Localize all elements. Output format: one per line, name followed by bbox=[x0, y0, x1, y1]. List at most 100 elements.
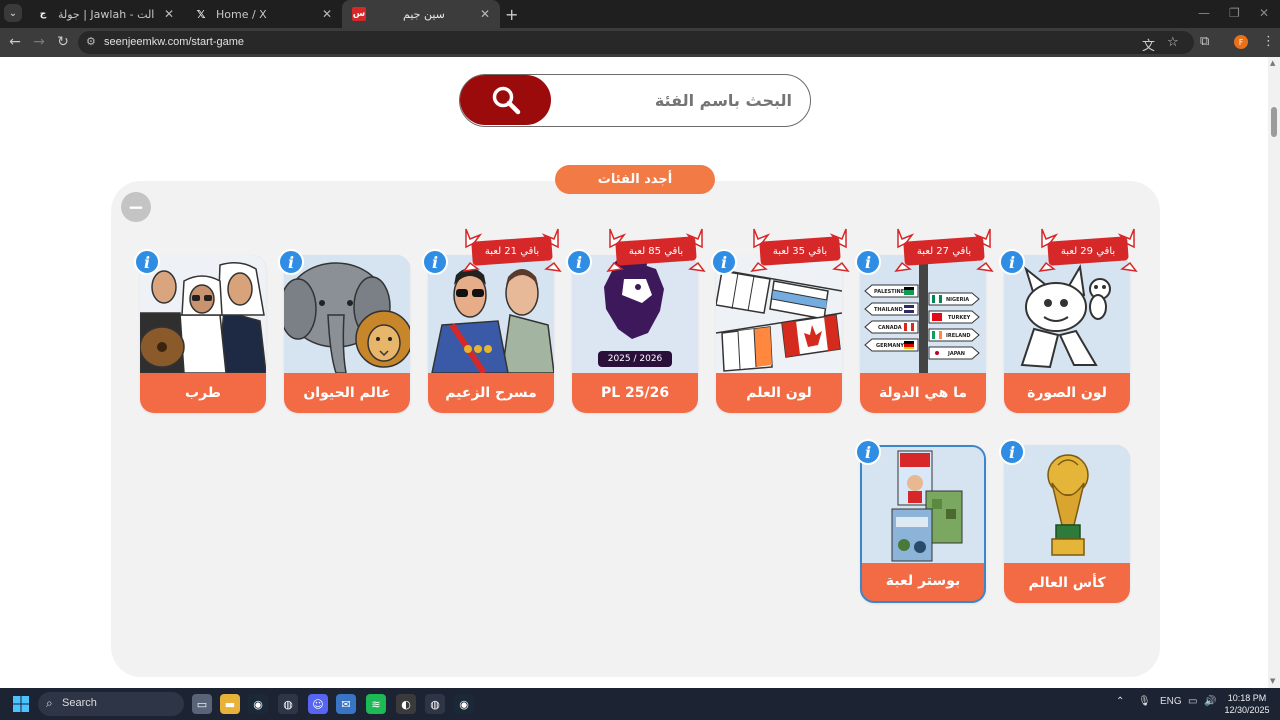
musicians-image bbox=[140, 255, 266, 373]
info-button[interactable]: i bbox=[855, 439, 881, 465]
seenjeem-favicon-icon: س bbox=[352, 7, 366, 21]
page-viewport: أجدد الفئات − لون الصورة bbox=[0, 57, 1268, 688]
category-label: لون الصورة bbox=[1027, 385, 1107, 401]
tab-jawlah[interactable]: ج جولة | Jawlah - منصة الألعاب الت ✕ bbox=[26, 0, 184, 28]
game-posters-image bbox=[862, 447, 984, 563]
remaining-games-badge: باقي 35 لعبة bbox=[746, 227, 854, 275]
remaining-games-badge: باقي 21 لعبة bbox=[458, 227, 566, 275]
windows-taskbar: ⌕ Search ▭ ▬ ◉ ◍ ☺ ✉ ≋ ◐ ◍ ◉ ⌃ 🎙 ENG ▭ 🔊… bbox=[0, 688, 1280, 720]
steam-secondary-icon[interactable]: ◉ bbox=[454, 694, 474, 714]
category-label: مسرح الزعيم bbox=[445, 385, 537, 401]
browser-menu-icon[interactable]: ⋮ bbox=[1262, 34, 1275, 49]
forward-arrow-icon[interactable]: → bbox=[30, 34, 48, 50]
category-search-input[interactable] bbox=[560, 85, 792, 115]
badge-text: باقي 35 لعبة bbox=[772, 245, 828, 257]
category-card-which-country[interactable]: PALESTINE THAILAND CANADA GERMANY NIGERI… bbox=[860, 255, 986, 413]
collapse-button[interactable]: − bbox=[121, 192, 151, 222]
maximize-icon[interactable]: ❐ bbox=[1229, 6, 1240, 20]
tab-search-button[interactable]: ⌄ bbox=[4, 4, 22, 22]
volume-icon[interactable]: 🔊 bbox=[1204, 696, 1216, 707]
browser-toolbar: ← → ↻ ⚙ seenjeemkw.com/start-game 文 ☆ ⧉ … bbox=[0, 28, 1280, 57]
network-icon[interactable]: ▭ bbox=[1188, 696, 1197, 707]
info-button[interactable]: i bbox=[134, 249, 160, 275]
sign-ireland: IRELAND bbox=[946, 333, 971, 339]
remaining-games-badge: باقي 85 لعبة bbox=[602, 227, 710, 275]
info-button[interactable]: i bbox=[999, 439, 1025, 465]
remaining-games-badge: باقي 29 لعبة bbox=[1034, 227, 1142, 275]
info-button[interactable]: i bbox=[422, 249, 448, 275]
file-explorer-icon[interactable]: ▬ bbox=[220, 694, 240, 714]
tab-x[interactable]: 𝕏 Home / X ✕ bbox=[184, 0, 342, 28]
steam-icon[interactable]: ◉ bbox=[248, 694, 268, 714]
close-tab-icon[interactable]: ✕ bbox=[164, 7, 174, 21]
task-view-icon[interactable]: ▭ bbox=[192, 694, 212, 714]
discord-icon[interactable]: ☺ bbox=[308, 694, 328, 714]
category-card-tarab[interactable]: طرب bbox=[140, 255, 266, 413]
sign-turkey: TURKEY bbox=[948, 315, 971, 321]
close-tab-icon[interactable]: ✕ bbox=[480, 7, 490, 21]
category-card-world-cup[interactable]: كأس العالم bbox=[1004, 445, 1130, 603]
profile-avatar[interactable]: F bbox=[1234, 35, 1248, 49]
section-title: أجدد الفئات bbox=[555, 165, 715, 194]
clock-date: 12/30/2025 bbox=[1224, 705, 1270, 715]
scroll-down-icon[interactable]: ▼ bbox=[1270, 677, 1275, 685]
category-card-color-picture[interactable]: لون الصورة bbox=[1004, 255, 1130, 413]
info-button[interactable]: i bbox=[855, 249, 881, 275]
info-button[interactable]: i bbox=[566, 249, 592, 275]
tab-title: سين جيم bbox=[403, 7, 445, 21]
close-window-icon[interactable]: ✕ bbox=[1259, 6, 1269, 20]
search-button[interactable] bbox=[460, 75, 551, 125]
info-button[interactable]: i bbox=[999, 249, 1025, 275]
tray-overflow-icon[interactable]: ⌃ bbox=[1116, 696, 1124, 707]
category-label: لون العلم bbox=[746, 385, 812, 401]
category-label: عالم الحيوان bbox=[303, 385, 391, 401]
category-card-game-poster[interactable]: بوستر لعبة bbox=[860, 445, 986, 603]
back-arrow-icon[interactable]: ← bbox=[6, 34, 24, 50]
windows-start-icon[interactable] bbox=[13, 696, 29, 712]
badge-text: باقي 21 لعبة bbox=[484, 245, 540, 257]
category-card-zaeem-theater[interactable]: مسرح الزعيم bbox=[428, 255, 554, 413]
language-indicator[interactable]: ENG bbox=[1160, 696, 1182, 707]
category-search bbox=[459, 74, 811, 127]
category-label: بوستر لعبة bbox=[885, 573, 961, 589]
bookmark-star-icon[interactable]: ☆ bbox=[1167, 35, 1179, 50]
github-icon[interactable]: ◐ bbox=[396, 694, 416, 714]
info-button[interactable]: i bbox=[711, 249, 737, 275]
taskbar-clock[interactable]: 10:18 PM 12/30/2025 bbox=[1222, 692, 1272, 716]
tab-title: Home / X bbox=[216, 7, 267, 21]
tab-seenjeem[interactable]: س سين جيم ✕ bbox=[342, 0, 500, 28]
spotify-icon[interactable]: ≋ bbox=[366, 694, 386, 714]
taskbar-search-label: Search bbox=[62, 697, 97, 709]
url-text: seenjeemkw.com/start-game bbox=[104, 36, 244, 48]
mail-icon[interactable]: ✉ bbox=[336, 694, 356, 714]
category-card-flag-color[interactable]: لون العلم bbox=[716, 255, 842, 413]
search-icon: ⌕ bbox=[46, 696, 53, 710]
scroll-thumb[interactable] bbox=[1271, 107, 1277, 137]
elephant-lion-image bbox=[284, 255, 410, 373]
chrome-icon[interactable]: ◍ bbox=[278, 694, 298, 714]
sign-canada: CANADA bbox=[878, 325, 902, 331]
scroll-up-icon[interactable]: ▲ bbox=[1270, 59, 1275, 67]
reload-icon[interactable]: ↻ bbox=[54, 34, 72, 50]
taskbar-search[interactable]: ⌕ Search bbox=[38, 692, 184, 716]
category-card-premier-league[interactable]: 2025 / 2026 PL 25/26 bbox=[572, 255, 698, 413]
category-card-animal-world[interactable]: عالم الحيوان bbox=[284, 255, 410, 413]
minimize-icon[interactable]: — bbox=[1198, 6, 1210, 20]
info-button[interactable]: i bbox=[278, 249, 304, 275]
remaining-games-badge: باقي 27 لعبة bbox=[890, 227, 998, 275]
close-tab-icon[interactable]: ✕ bbox=[322, 7, 332, 21]
new-tab-button[interactable]: + bbox=[505, 5, 518, 24]
category-label: ما هي الدولة bbox=[878, 385, 968, 401]
page-scrollbar[interactable]: ▲ ▼ bbox=[1268, 57, 1280, 688]
sign-thailand: THAILAND bbox=[874, 307, 903, 313]
sign-germany: GERMANY bbox=[876, 343, 904, 349]
world-cup-trophy-image bbox=[1004, 445, 1130, 563]
tab-title: جولة | Jawlah - منصة الألعاب الت bbox=[58, 7, 158, 21]
extensions-icon[interactable]: ⧉ bbox=[1200, 34, 1209, 49]
translate-icon[interactable]: 文 bbox=[1142, 35, 1155, 54]
address-bar[interactable]: ⚙ seenjeemkw.com/start-game 文 ☆ bbox=[78, 31, 1194, 54]
site-info-icon[interactable]: ⚙ bbox=[86, 35, 96, 48]
microphone-icon[interactable]: 🎙 bbox=[1138, 696, 1151, 707]
chrome-profile-icon[interactable]: ◍ bbox=[425, 694, 445, 714]
search-icon bbox=[492, 86, 520, 115]
